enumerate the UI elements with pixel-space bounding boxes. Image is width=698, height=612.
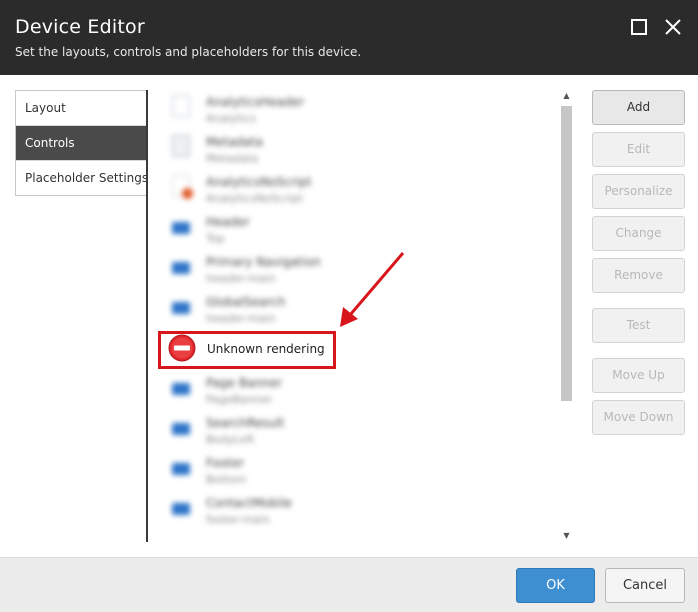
dialog-header: Device Editor Set the layouts, controls …	[0, 0, 698, 75]
close-icon[interactable]	[664, 18, 684, 38]
maximize-icon[interactable]	[630, 18, 650, 38]
annotation-arrow-icon	[340, 252, 405, 327]
dialog-title: Device Editor	[15, 16, 145, 38]
dialog-footer: OK Cancel	[0, 557, 698, 612]
dialog-body: Layout Controls Placeholder Settings Ana…	[0, 75, 698, 557]
cancel-button[interactable]: Cancel	[605, 568, 685, 603]
dialog-subtitle: Set the layouts, controls and placeholde…	[15, 45, 362, 59]
ok-button[interactable]: OK	[516, 568, 595, 603]
